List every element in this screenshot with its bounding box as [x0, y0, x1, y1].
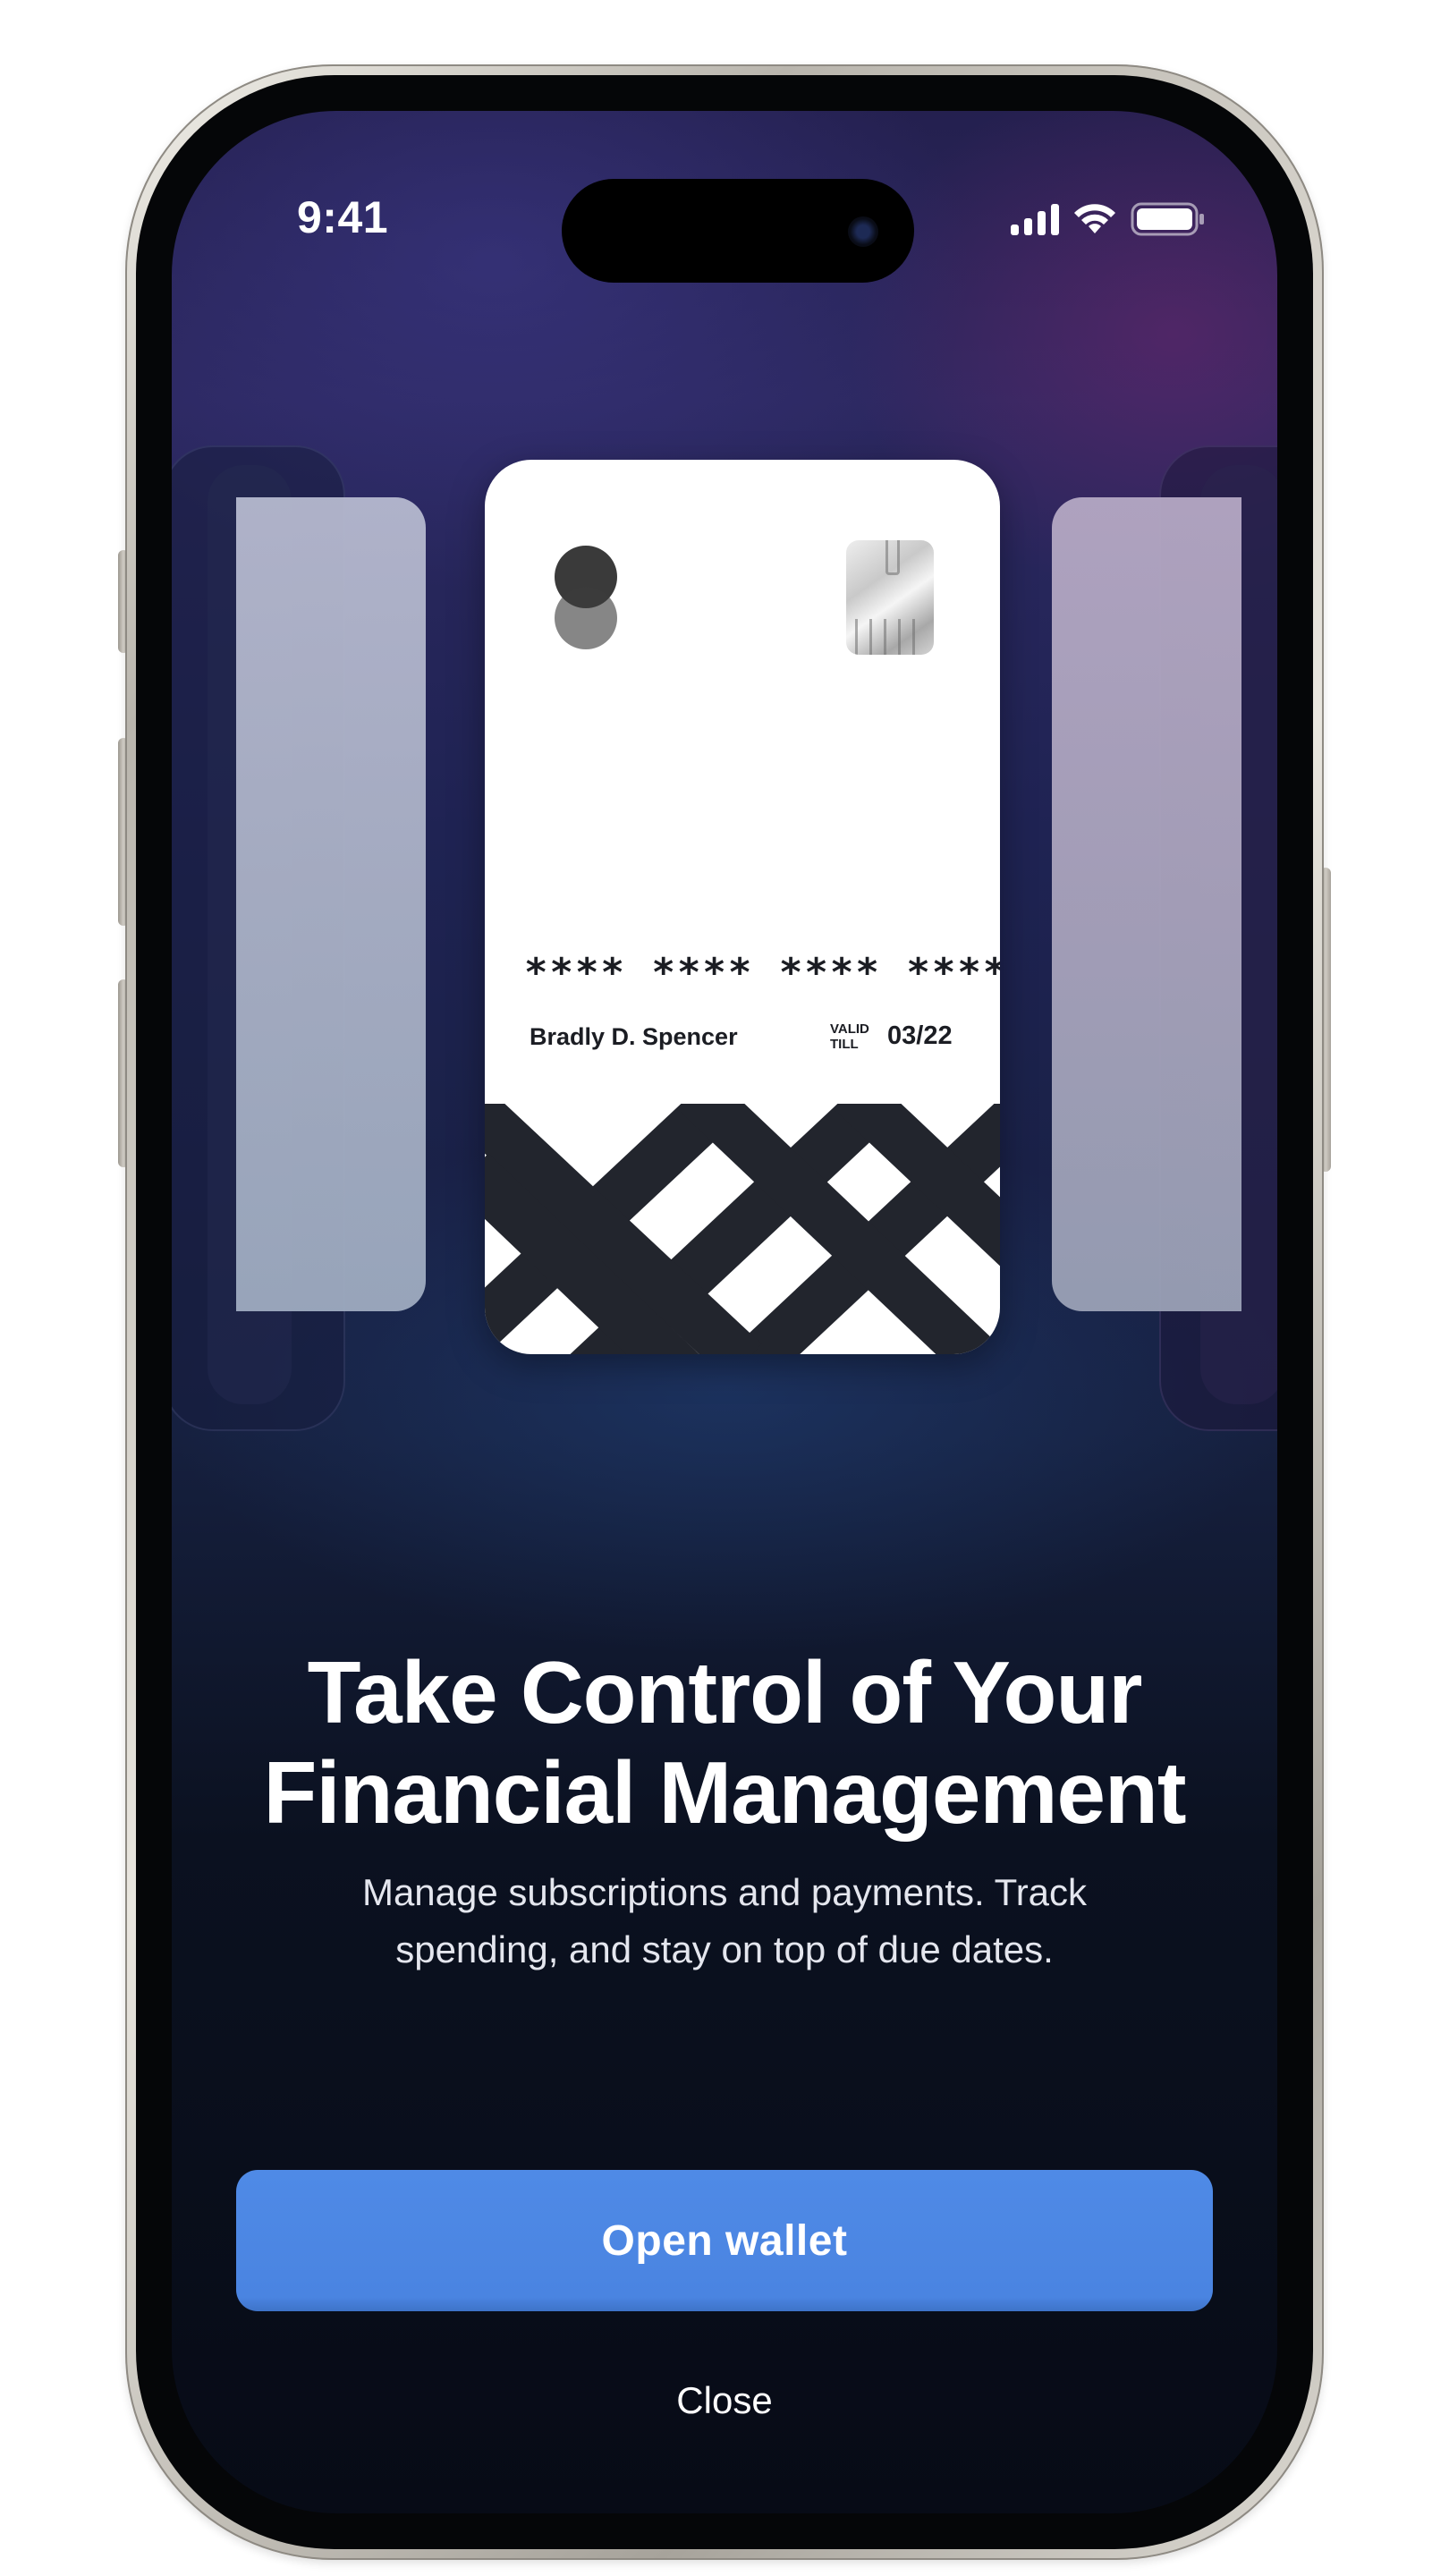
payment-card[interactable]: **** **** **** **** Bradly D. Spencer VA…	[485, 460, 1000, 1354]
wifi-icon	[1073, 203, 1116, 235]
valid-till-label: VALID TILL	[830, 1021, 884, 1052]
battery-icon	[1131, 202, 1206, 236]
cellular-signal-icon	[1011, 203, 1059, 235]
phone-frame: 9:41 **** **** **** **** Bradly D. Spenc…	[125, 64, 1324, 2560]
subtitle-line1: Manage subscriptions and payments. Track	[361, 1871, 1088, 1913]
front-camera-icon	[848, 216, 878, 247]
app-screen: 9:41 **** **** **** **** Bradly D. Spenc…	[172, 111, 1277, 2513]
phone-bezel: 9:41 **** **** **** **** Bradly D. Spenc…	[136, 75, 1313, 2549]
open-wallet-button[interactable]: Open wallet	[236, 2170, 1213, 2311]
dynamic-island	[562, 179, 914, 283]
card-number: **** **** **** ****	[524, 950, 1000, 996]
next-card[interactable]	[1052, 497, 1241, 1311]
headline-line2: Financial Management	[263, 1743, 1186, 1842]
card-expiry: 03/22	[887, 1021, 953, 1050]
subtitle-line2: spending, and stay on top of due dates.	[395, 1928, 1054, 1970]
card-holder-name: Bradly D. Spencer	[530, 1023, 738, 1050]
onboarding-subtitle: Manage subscriptions and payments. Track…	[306, 1864, 1143, 1979]
status-time: 9:41	[297, 192, 389, 242]
canvas: 9:41 **** **** **** **** Bradly D. Spenc…	[0, 0, 1449, 2576]
close-button[interactable]: Close	[172, 2379, 1277, 2422]
status-icons	[1011, 197, 1206, 242]
onboarding-headline: Take Control of Your Financial Managemen…	[172, 1642, 1277, 1843]
previous-card[interactable]	[236, 497, 426, 1311]
valid-label-line2: TILL	[830, 1037, 859, 1052]
sim-chip-icon	[846, 540, 934, 655]
headline-line1: Take Control of Your	[307, 1643, 1143, 1741]
card-lattice-pattern	[485, 1104, 1000, 1354]
valid-label-line1: VALID	[830, 1021, 869, 1037]
brand-circles-icon	[555, 546, 623, 657]
